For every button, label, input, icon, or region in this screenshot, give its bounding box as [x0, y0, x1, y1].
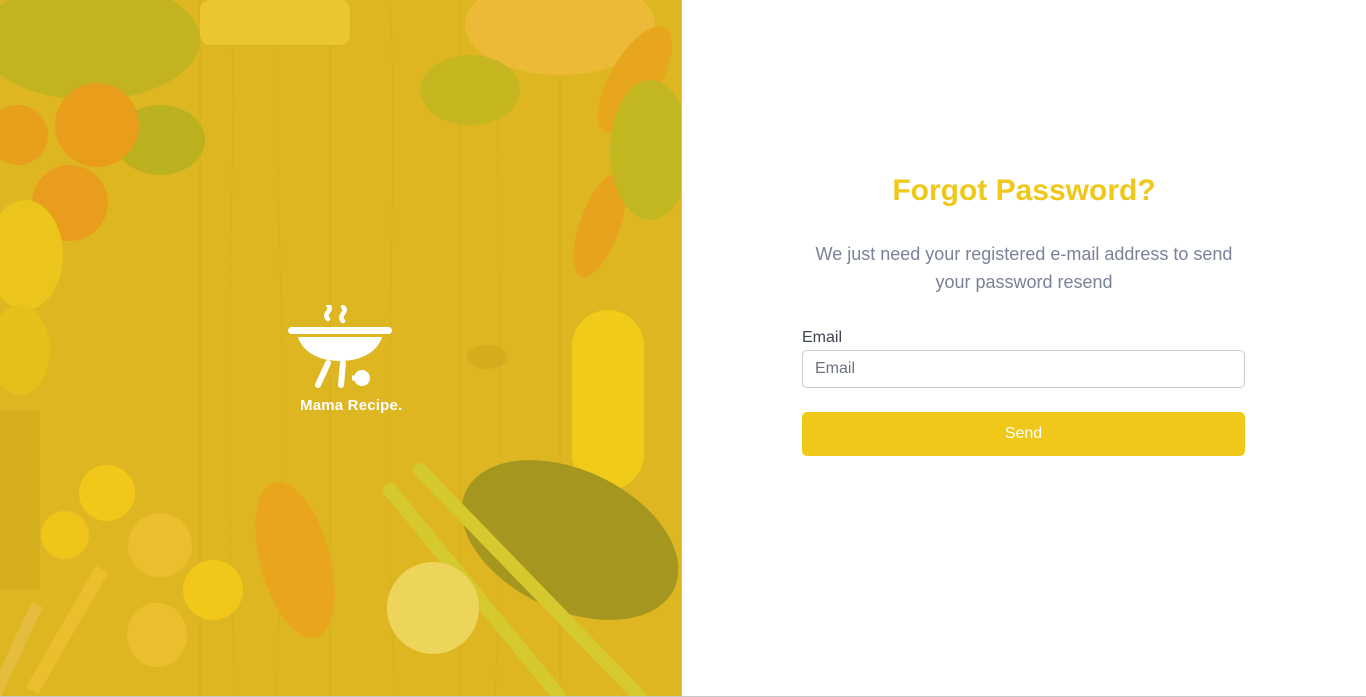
brand-name: Mama Recipe.: [300, 397, 403, 414]
forgot-password-page: Mama Recipe. Forgot Password? We just ne…: [0, 0, 1366, 697]
page-title: Forgot Password?: [892, 174, 1156, 207]
email-label: Email: [802, 329, 843, 346]
brand-logo: Mama Recipe.: [286, 305, 426, 414]
hero-panel: Mama Recipe.: [0, 0, 682, 697]
grill-icon: [288, 305, 392, 388]
form-panel: Forgot Password? We just need your regis…: [682, 0, 1366, 697]
send-button[interactable]: Send: [802, 412, 1245, 456]
page-subtitle: We just need your registered e-mail addr…: [815, 244, 1233, 292]
email-field[interactable]: [802, 350, 1245, 388]
